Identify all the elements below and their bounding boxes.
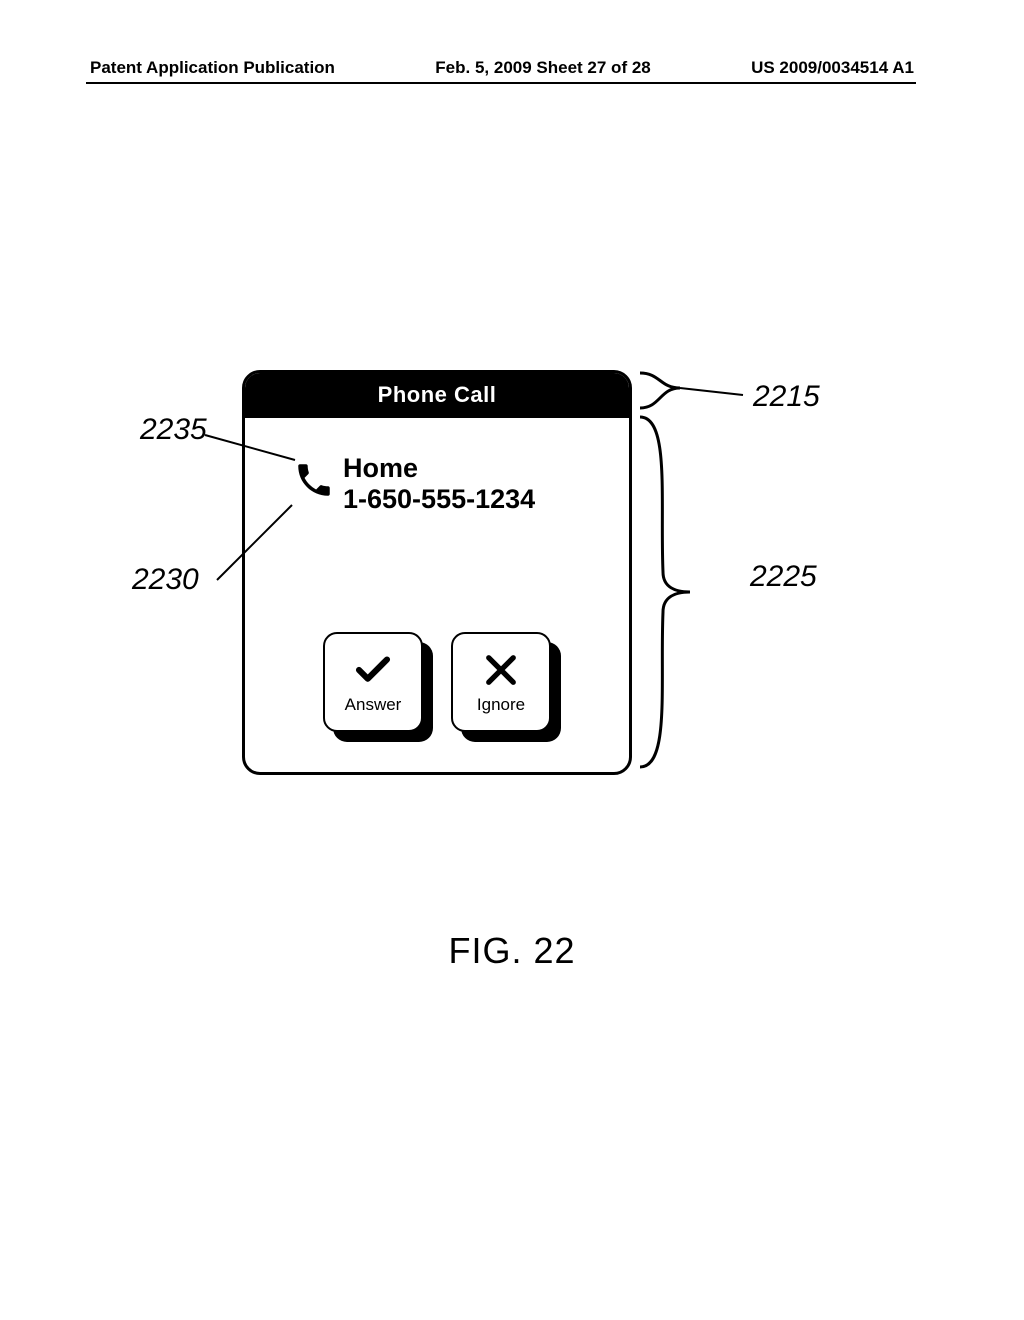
ignore-button-wrap: Ignore bbox=[451, 632, 551, 732]
ref-2235: 2235 bbox=[140, 413, 207, 447]
check-icon bbox=[352, 649, 394, 691]
answer-button[interactable]: Answer bbox=[323, 632, 423, 732]
figure-label: FIG. 22 bbox=[0, 930, 1024, 972]
header-right: US 2009/0034514 A1 bbox=[751, 58, 914, 78]
x-icon bbox=[480, 649, 522, 691]
action-button-row: Answer Ignore bbox=[245, 632, 629, 732]
caller-number: 1-650-555-1234 bbox=[343, 484, 535, 515]
ref-2225: 2225 bbox=[750, 560, 817, 594]
page-header: Patent Application Publication Feb. 5, 2… bbox=[0, 58, 1024, 78]
header-rule bbox=[86, 82, 916, 84]
lead-2235 bbox=[200, 425, 320, 475]
ignore-label: Ignore bbox=[477, 695, 525, 715]
caller-info-row: Home 1-650-555-1234 bbox=[293, 453, 629, 515]
header-center: Feb. 5, 2009 Sheet 27 of 28 bbox=[435, 58, 650, 78]
dialog-title: Phone Call bbox=[245, 373, 629, 418]
caller-text: Home 1-650-555-1234 bbox=[343, 453, 535, 515]
brace-2225 bbox=[635, 412, 755, 782]
header-left: Patent Application Publication bbox=[90, 58, 335, 78]
lead-2230 bbox=[212, 500, 312, 590]
ignore-button[interactable]: Ignore bbox=[451, 632, 551, 732]
ref-2230: 2230 bbox=[132, 563, 199, 597]
caller-label: Home bbox=[343, 453, 535, 484]
answer-button-wrap: Answer bbox=[323, 632, 423, 732]
ref-2215: 2215 bbox=[753, 380, 820, 414]
answer-label: Answer bbox=[345, 695, 402, 715]
